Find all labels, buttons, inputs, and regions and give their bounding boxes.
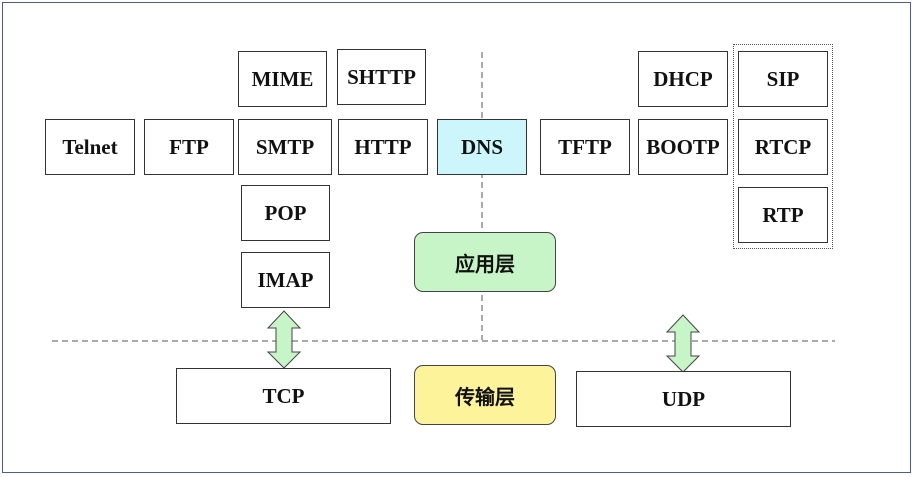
protocol-smtp: SMTP <box>238 119 332 175</box>
protocol-tftp: TFTP <box>540 119 630 175</box>
protocol-bootp: BOOTP <box>638 119 728 175</box>
application-layer-label: 应用层 <box>414 232 556 292</box>
protocol-dns: DNS <box>437 119 527 175</box>
transport-layer-label: 传输层 <box>414 365 556 425</box>
protocol-mime: MIME <box>238 51 327 107</box>
protocol-dhcp: DHCP <box>638 51 728 107</box>
protocol-rtp: RTP <box>738 187 828 243</box>
protocol-ftp: FTP <box>144 119 234 175</box>
protocol-imap: IMAP <box>241 252 330 308</box>
protocol-rtcp: RTCP <box>738 119 828 175</box>
protocol-tcp: TCP <box>176 368 391 424</box>
udp-double-arrow <box>665 314 701 373</box>
protocol-udp: UDP <box>576 371 791 427</box>
protocol-telnet: Telnet <box>45 119 135 175</box>
protocol-pop: POP <box>241 185 330 241</box>
protocol-http: HTTP <box>338 119 428 175</box>
protocol-sip: SIP <box>738 51 828 107</box>
protocol-shttp: SHTTP <box>337 49 426 105</box>
tcp-double-arrow <box>266 310 302 369</box>
